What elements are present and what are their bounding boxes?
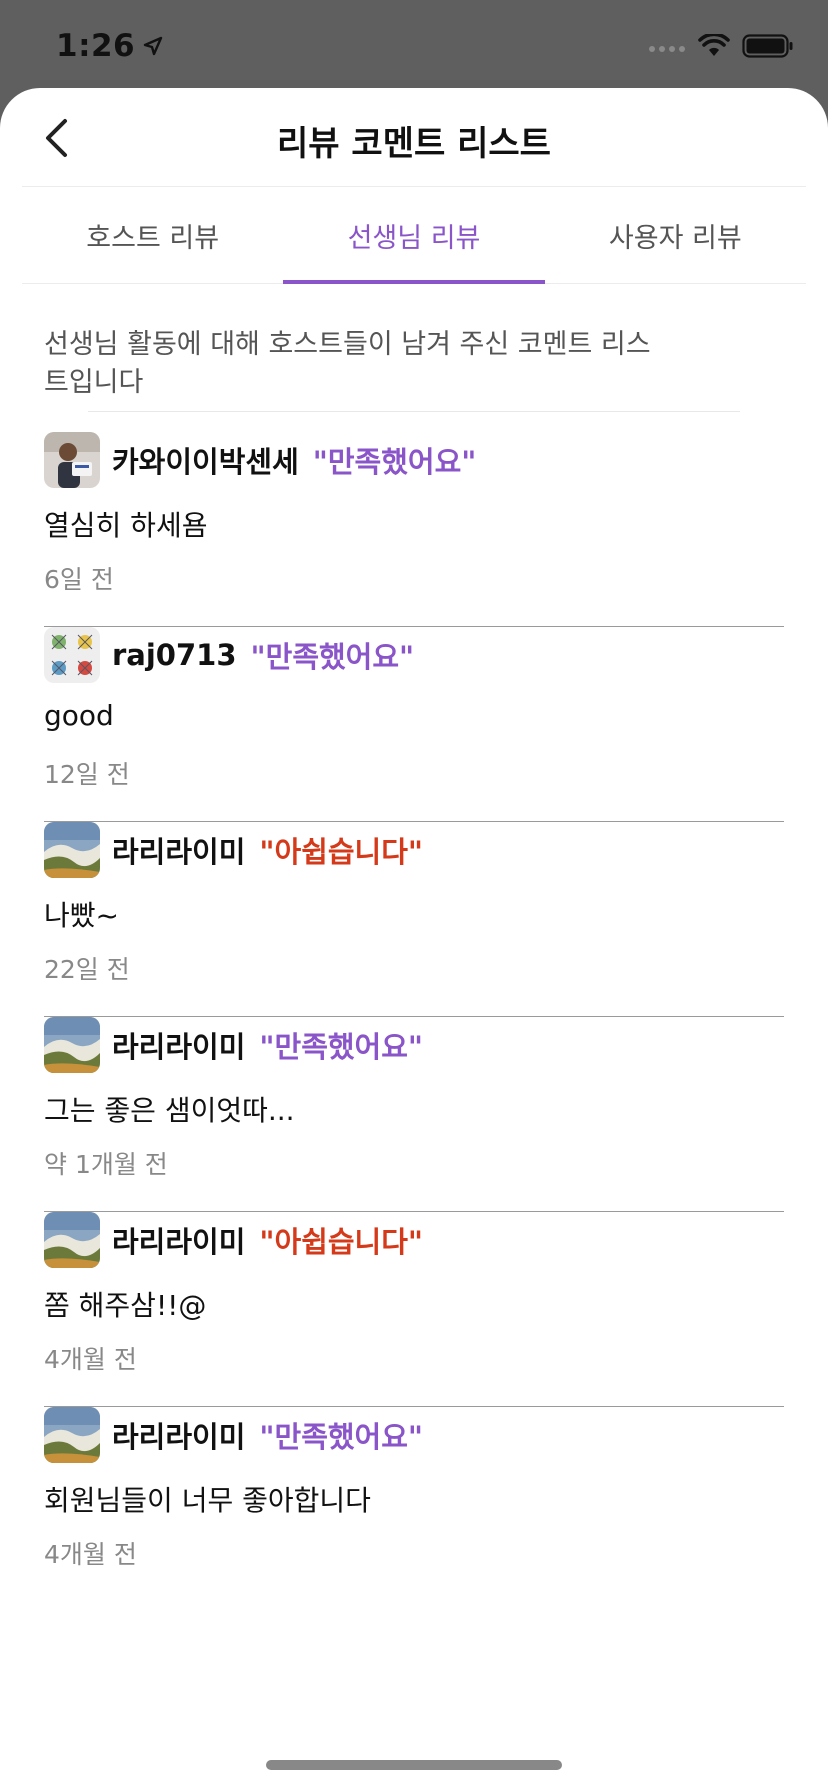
review-rating: "아쉽습니다" [259, 835, 424, 869]
avatar[interactable] [44, 1407, 100, 1463]
review-item: 라리라이미 "만족했어요" 회원님들이 너무 좋아합니다 4개월 전 [44, 1407, 784, 1602]
review-time: 6일 전 [44, 565, 114, 594]
list-description: 선생님 활동에 대해 호스트들이 남겨 주신 코멘트 리스트입니다 [44, 329, 651, 398]
review-tabs: 호스트 리뷰 선생님 리뷰 사용자 리뷰 [22, 186, 806, 284]
review-header: 카와이이박센세 "만족했어요" [44, 432, 476, 488]
landscape-photo-icon [44, 1212, 100, 1268]
tab-teacher-review[interactable]: 선생님 리뷰 [283, 187, 545, 284]
review-rating: "아쉽습니다" [259, 1225, 424, 1259]
navigation-bar: 리뷰 코멘트 리스트 [0, 88, 828, 186]
avatar[interactable] [44, 1017, 100, 1073]
bugs-illustration-icon [44, 627, 100, 683]
review-comment: 그는 좋은 샘이엇따... [44, 1094, 295, 1127]
review-header: raj0713 "만족했어요" [44, 627, 414, 683]
status-time-label: 1:26 [56, 28, 136, 64]
review-rating: "만족했어요" [259, 1030, 424, 1064]
review-comment: good [44, 699, 114, 732]
landscape-photo-icon [44, 1017, 100, 1073]
tab-host-review[interactable]: 호스트 리뷰 [22, 187, 283, 283]
review-time: 12일 전 [44, 760, 130, 789]
review-username: 라리라이미 [112, 1420, 246, 1454]
review-item: 라리라이미 "만족했어요" 그는 좋은 샘이엇따... 약 1개월 전 [44, 1017, 784, 1212]
review-header: 라리라이미 "만족했어요" [44, 1407, 423, 1463]
location-arrow-icon [143, 36, 163, 56]
review-rating: "만족했어요" [259, 1420, 424, 1454]
review-username: 라리라이미 [112, 1030, 246, 1064]
status-indicators [648, 34, 794, 58]
review-username: raj0713 [112, 638, 237, 672]
review-list: 카와이이박센세 "만족했어요" 열심히 하세욤 6일 전 raj0713 "만족… [44, 432, 784, 1602]
review-comment: 쫌 해주삼!!@ [44, 1289, 207, 1322]
review-item: 라리라이미 "아쉽습니다" 쫌 해주삼!!@ 4개월 전 [44, 1212, 784, 1407]
cellular-signal-icon [649, 46, 685, 52]
battery-icon [742, 34, 793, 58]
review-header: 라리라이미 "아쉽습니다" [44, 1212, 423, 1268]
review-item: raj0713 "만족했어요" good 12일 전 [44, 627, 784, 822]
review-comment: 열심히 하세욤 [44, 509, 208, 542]
status-bar: 1:26 [0, 0, 828, 88]
page-title: 리뷰 코멘트 리스트 [277, 124, 551, 164]
avatar[interactable] [44, 432, 100, 488]
review-rating: "만족했어요" [312, 445, 477, 479]
review-rating: "만족했어요" [250, 640, 415, 674]
description-divider [88, 411, 740, 412]
review-time: 약 1개월 전 [44, 1150, 168, 1179]
home-indicator[interactable] [266, 1760, 562, 1770]
person-photo-icon [44, 432, 100, 488]
review-header: 라리라이미 "아쉽습니다" [44, 822, 423, 878]
tab-user-review[interactable]: 사용자 리뷰 [545, 187, 806, 283]
review-username: 카와이이박센세 [112, 445, 299, 479]
status-time: 1:26 [56, 28, 163, 64]
review-username: 라리라이미 [112, 835, 246, 869]
review-header: 라리라이미 "만족했어요" [44, 1017, 423, 1073]
review-comment: 회원님들이 너무 좋아합니다 [44, 1484, 371, 1517]
review-time: 4개월 전 [44, 1540, 137, 1569]
avatar[interactable] [44, 1212, 100, 1268]
wifi-icon [698, 34, 730, 56]
review-item: 라리라이미 "아쉽습니다" 나빴~ 22일 전 [44, 822, 784, 1017]
review-sheet: 리뷰 코멘트 리스트 호스트 리뷰 선생님 리뷰 사용자 리뷰 선생님 활동에 … [0, 88, 828, 1792]
avatar[interactable] [44, 627, 100, 683]
review-time: 4개월 전 [44, 1345, 137, 1374]
review-username: 라리라이미 [112, 1225, 246, 1259]
landscape-photo-icon [44, 822, 100, 878]
review-item: 카와이이박센세 "만족했어요" 열심히 하세욤 6일 전 [44, 432, 784, 627]
avatar[interactable] [44, 822, 100, 878]
review-comment: 나빴~ [44, 899, 119, 932]
landscape-photo-icon [44, 1407, 100, 1463]
review-time: 22일 전 [44, 955, 130, 984]
